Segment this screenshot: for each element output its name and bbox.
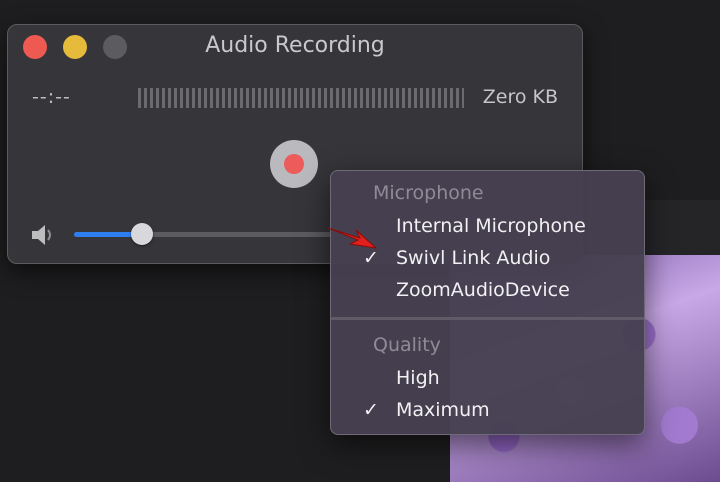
volume-slider[interactable] bbox=[74, 223, 334, 245]
elapsed-time: --:-- bbox=[32, 86, 71, 108]
menu-divider bbox=[331, 317, 644, 320]
record-button[interactable] bbox=[270, 140, 318, 188]
window-title: Audio Recording bbox=[205, 33, 385, 58]
menu-item-label: Maximum bbox=[396, 399, 490, 421]
menu-item-label: ZoomAudioDevice bbox=[396, 279, 570, 301]
speaker-icon bbox=[30, 223, 56, 247]
input-options-menu: Microphone Internal Microphone ✓ Swivl L… bbox=[330, 170, 645, 435]
menu-item-label: Swivl Link Audio bbox=[396, 247, 551, 269]
menu-item-high[interactable]: High bbox=[331, 364, 644, 394]
menu-item-maximum[interactable]: ✓ Maximum bbox=[331, 396, 644, 426]
menu-section-microphone: Microphone bbox=[373, 182, 484, 204]
menu-item-zoom-audio-device[interactable]: ZoomAudioDevice bbox=[331, 276, 644, 306]
menu-section-quality: Quality bbox=[373, 334, 441, 356]
record-icon bbox=[284, 154, 304, 174]
pointer-arrow-icon bbox=[327, 227, 378, 249]
checkmark-icon: ✓ bbox=[363, 399, 379, 421]
level-meter bbox=[138, 88, 464, 108]
menu-item-label: High bbox=[396, 367, 440, 389]
file-size: Zero KB bbox=[482, 86, 558, 108]
menu-item-label: Internal Microphone bbox=[396, 215, 586, 237]
volume-slider-knob[interactable] bbox=[130, 223, 153, 245]
